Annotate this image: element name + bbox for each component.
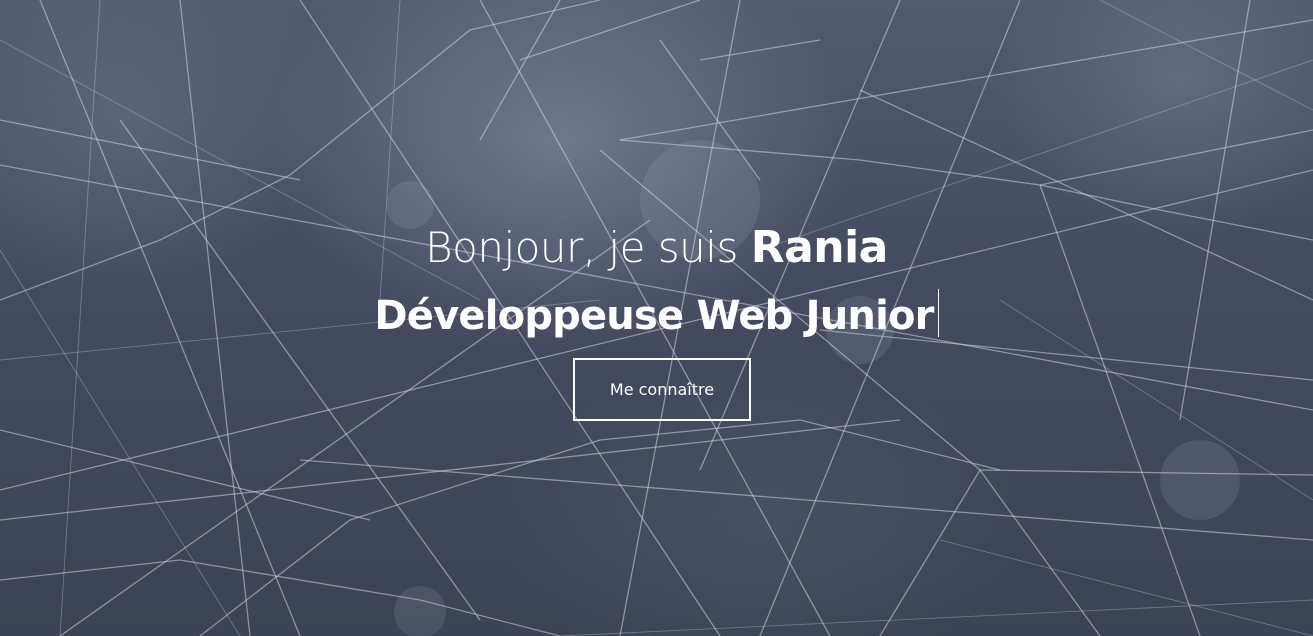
hero-section: Bonjour, je suis Rania Développeuse Web … [0, 0, 1313, 636]
hero-content: Bonjour, je suis Rania Développeuse Web … [0, 0, 1313, 636]
typing-cursor [937, 289, 939, 337]
hero-role: Développeuse Web Junior [0, 288, 1313, 344]
about-me-button[interactable]: Me connaître [573, 358, 751, 421]
hero-name: Rania [750, 222, 889, 273]
greeting-prefix: Bonjour, je suis [425, 223, 738, 272]
role-text: Développeuse Web Junior [374, 293, 934, 339]
hero-greeting: Bonjour, je suis Rania [0, 220, 1313, 276]
